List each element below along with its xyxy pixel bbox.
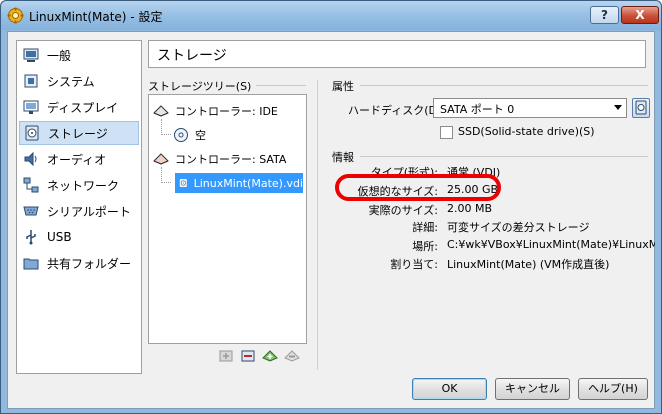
info-header: 情報 xyxy=(332,151,354,164)
tree-row-label: LinuxMint(Mate).vdi xyxy=(193,176,303,190)
system-icon xyxy=(24,74,38,88)
tree-guide-line xyxy=(161,119,171,135)
choose-disk-button[interactable] xyxy=(632,98,650,118)
sidebar-item-usb[interactable]: USB xyxy=(19,225,139,249)
storage-icon xyxy=(25,125,39,141)
sidebar-item-label: シリアルポート xyxy=(47,204,131,219)
highlight-annotation xyxy=(335,174,501,201)
title-bar[interactable]: LinuxMint(Mate) - 設定 ? X xyxy=(1,1,661,30)
sidebar-item-label: オーディオ xyxy=(47,152,107,167)
info-value-location: C:¥wk¥VBox¥LinuxMint(Mate)¥LinuxMint(Mat… xyxy=(447,238,655,251)
sidebar-item-general[interactable]: 一般 xyxy=(19,43,139,67)
storage-tree-toolbar xyxy=(218,348,300,366)
sata-controller-icon xyxy=(153,153,169,165)
add-attachment-icon[interactable] xyxy=(262,348,278,364)
sidebar-item-label: USB xyxy=(47,230,72,244)
remove-attachment-icon[interactable] xyxy=(284,348,300,364)
network-icon xyxy=(23,177,39,193)
page-title: ストレージ xyxy=(148,40,646,68)
sidebar-item-system[interactable]: システム xyxy=(19,69,139,93)
ide-controller-icon xyxy=(153,105,169,117)
panel-divider xyxy=(317,80,318,370)
hard-disk-label: ハードディスク(D): xyxy=(348,104,445,117)
display-icon xyxy=(23,100,39,114)
tree-guide-line xyxy=(161,167,171,183)
title-help-button[interactable]: ? xyxy=(590,6,619,24)
tree-row-label: 空 xyxy=(195,129,206,142)
cancel-button[interactable]: キャンセル xyxy=(495,378,570,400)
info-value-actual-size: 2.00 MB xyxy=(447,202,493,215)
attributes-header: 属性 xyxy=(332,80,354,93)
tree-row-label: コントローラー: IDE xyxy=(175,105,278,118)
info-header-divider xyxy=(360,156,648,157)
settings-sidebar: 一般 システム ディスプレイ ストレージ オーディオ ネットワーク シリアルポー… xyxy=(16,40,142,374)
window-title: LinuxMint(Mate) - 設定 xyxy=(29,10,163,24)
hard-disk-icon xyxy=(635,100,647,115)
info-label-actual-size: 実際のサイズ: xyxy=(368,204,438,217)
remove-controller-icon[interactable] xyxy=(240,348,256,364)
usb-icon xyxy=(26,230,36,245)
info-label-attached-to: 割り当て: xyxy=(390,258,438,271)
sidebar-item-label: 共有フォルダー xyxy=(47,256,132,271)
sidebar-item-storage[interactable]: ストレージ xyxy=(19,121,139,145)
audio-icon xyxy=(24,151,37,167)
tree-row-disk-image[interactable]: LinuxMint(Mate).vdi xyxy=(175,173,303,193)
hard-disk-select-value: SATA ポート 0 xyxy=(440,103,515,116)
tree-row-label: コントローラー: SATA xyxy=(175,153,287,166)
tree-row-empty-optical[interactable]: 空 xyxy=(173,125,206,145)
dialog-body: 一般 システム ディスプレイ ストレージ オーディオ ネットワーク シリアルポー… xyxy=(7,31,655,409)
sidebar-item-display[interactable]: ディスプレイ xyxy=(19,95,139,119)
attributes-header-divider xyxy=(360,85,648,86)
help-button[interactable]: ヘルプ(H) xyxy=(578,378,648,400)
sidebar-item-label: システム xyxy=(47,74,95,89)
hard-disk-icon xyxy=(179,178,187,188)
title-close-button[interactable]: X xyxy=(621,6,659,24)
sidebar-item-label: ディスプレイ xyxy=(47,100,119,115)
serial-port-icon xyxy=(23,206,39,216)
sidebar-item-label: ネットワーク xyxy=(47,178,120,193)
optical-disc-icon xyxy=(174,128,188,142)
info-value-attached-to: LinuxMint(Mate) (VM作成直後) xyxy=(447,258,610,271)
sidebar-item-label: 一般 xyxy=(47,48,72,63)
sidebar-item-serial-port[interactable]: シリアルポート xyxy=(19,199,139,223)
sidebar-item-audio[interactable]: オーディオ xyxy=(19,147,139,171)
ssd-checkbox[interactable] xyxy=(440,126,453,139)
general-icon xyxy=(23,48,39,62)
hard-disk-select[interactable]: SATA ポート 0 xyxy=(433,98,627,118)
info-value-details: 可変サイズの差分ストレージ xyxy=(447,221,590,234)
info-label-location: 場所: xyxy=(412,240,438,253)
info-label-details: 詳細: xyxy=(412,221,438,234)
settings-window: LinuxMint(Mate) - 設定 ? X 一般 システム ディスプレイ … xyxy=(0,0,662,414)
sidebar-item-network[interactable]: ネットワーク xyxy=(19,173,139,197)
chevron-down-icon xyxy=(614,105,622,110)
shared-folder-icon xyxy=(23,258,39,270)
ssd-checkbox-label[interactable]: SSD(Solid-state drive)(S) xyxy=(458,125,595,138)
sidebar-item-label: ストレージ xyxy=(48,126,108,141)
app-icon xyxy=(7,7,24,24)
add-controller-icon[interactable] xyxy=(218,348,234,364)
tree-row-sata-controller[interactable]: コントローラー: SATA xyxy=(153,149,286,169)
ok-button[interactable]: OK xyxy=(412,378,487,400)
storage-tree-header: ストレージツリー(S) xyxy=(148,80,252,93)
sidebar-item-shared-folder[interactable]: 共有フォルダー xyxy=(19,251,139,275)
tree-row-ide-controller[interactable]: コントローラー: IDE xyxy=(153,101,278,121)
storage-tree[interactable]: コントローラー: IDE 空 コントローラー: SATA LinuxMint(M… xyxy=(148,94,307,344)
storage-tree-header-divider xyxy=(256,85,306,86)
